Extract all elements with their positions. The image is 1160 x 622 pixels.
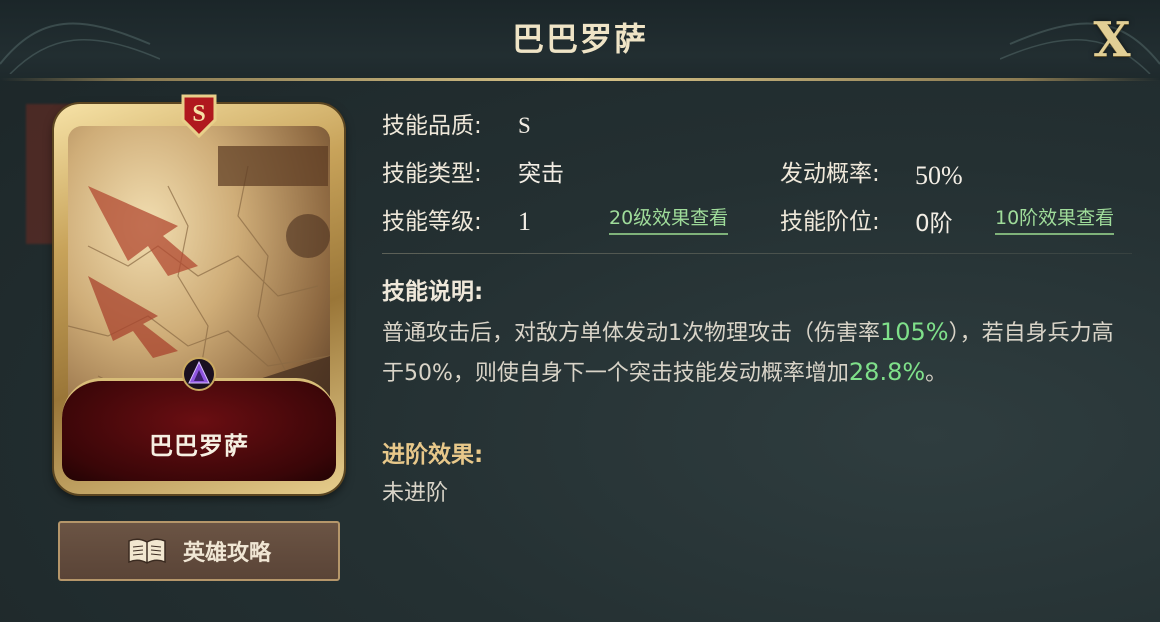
skill-description: 普通攻击后，对敌方单体发动1次物理攻击（伤害率105%），若自身兵力高于50%，… <box>382 313 1122 393</box>
skill-rank-value: 0阶 <box>915 211 953 237</box>
hero-guide-button[interactable]: 英雄攻略 <box>58 521 340 581</box>
description-text-1: 普通攻击后，对敌方单体发动1次物理攻击（伤害率 <box>382 321 880 346</box>
grade-letter: S <box>192 101 205 127</box>
skill-quality-value: S <box>518 113 531 138</box>
trigger-rate-value: 50% <box>915 161 963 190</box>
description-text-3: 。 <box>925 361 948 386</box>
trigger-rate-label: 发动概率: <box>780 161 880 187</box>
advancement-value: 未进阶 <box>382 481 449 506</box>
damage-rate-highlight: 105% <box>880 318 949 346</box>
card-name: 巴巴罗萨 <box>149 432 249 460</box>
skill-level-label: 技能等级: <box>382 209 482 235</box>
close-icon: X <box>1093 12 1131 68</box>
level-20-effect-link[interactable]: 20级效果查看 <box>609 205 729 235</box>
purple-gem-icon <box>182 357 216 391</box>
skill-rank-label: 技能阶位: <box>780 209 880 235</box>
close-button[interactable]: X <box>1086 14 1138 66</box>
skill-card: 巴巴罗萨 S <box>54 94 344 494</box>
page-title: 巴巴罗萨 <box>511 20 648 58</box>
skill-quality-label: 技能品质: <box>382 113 482 139</box>
grade-badge-icon: S <box>181 94 217 138</box>
section-divider <box>382 253 1132 254</box>
book-icon <box>128 538 166 564</box>
hero-guide-label: 英雄攻略 <box>182 541 271 566</box>
advancement-heading: 进阶效果: <box>382 442 484 468</box>
description-heading: 技能说明: <box>382 279 484 305</box>
bonus-rate-highlight: 28.8% <box>848 358 926 386</box>
header-bar: 巴巴罗萨 X <box>0 0 1160 80</box>
skill-type-value: 突击 <box>518 161 564 187</box>
header-divider <box>0 78 1160 81</box>
rank-10-effect-link[interactable]: 10阶效果查看 <box>995 205 1115 235</box>
skill-type-label: 技能类型: <box>382 161 482 187</box>
skill-level-value: 1 <box>518 207 531 236</box>
